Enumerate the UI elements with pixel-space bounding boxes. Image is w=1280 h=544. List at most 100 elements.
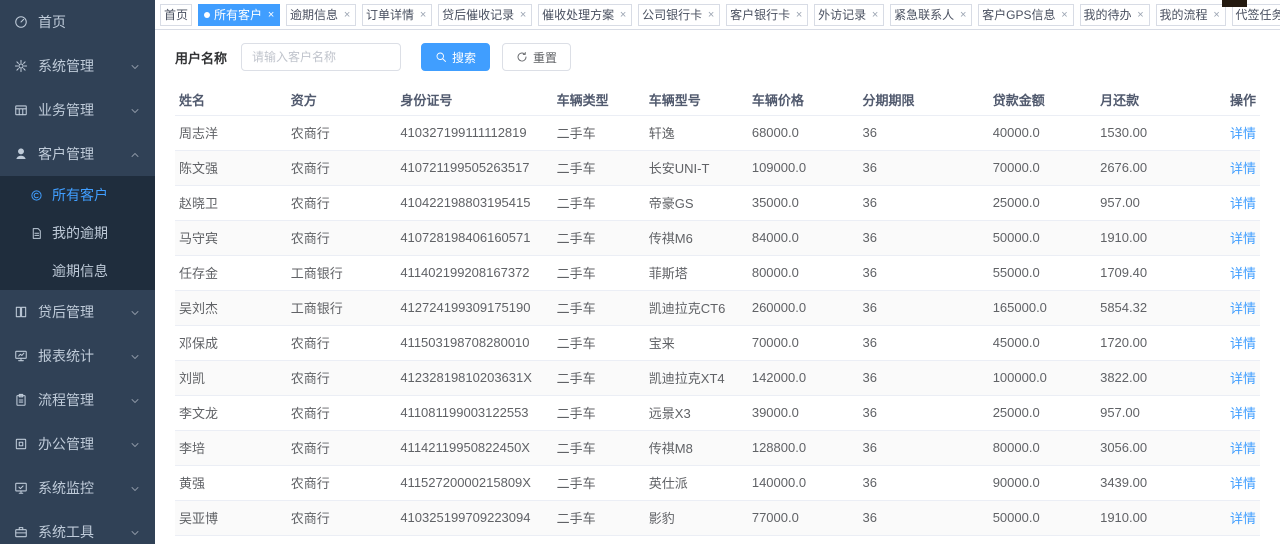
table-cell: 二手车 — [553, 290, 645, 325]
close-icon[interactable]: × — [706, 9, 716, 21]
sidebar-item[interactable]: 首页 — [0, 0, 155, 44]
table-cell: 410327199111112819 — [396, 115, 552, 150]
detail-link[interactable]: 详情 — [1230, 301, 1256, 316]
detail-link[interactable]: 详情 — [1230, 161, 1256, 176]
close-icon[interactable]: × — [1136, 9, 1146, 21]
table-cell — [1096, 535, 1213, 544]
table-row: 黄强农商行41152720000215809X二手车英仕派140000.0369… — [175, 465, 1260, 500]
sidebar-item-label: 贷后管理 — [38, 302, 94, 322]
table-cell: 任存金 — [175, 255, 287, 290]
sidebar-item[interactable]: 系统管理 — [0, 44, 155, 88]
sidebar-item[interactable]: 系统工具 — [0, 510, 155, 544]
sidebar-subitem-label: 逾期信息 — [52, 261, 108, 281]
table-cell-actions: 详情 — [1213, 465, 1260, 500]
table-cell: 农商行 — [287, 325, 397, 360]
reset-button-label: 重置 — [533, 49, 557, 66]
sidebar-item[interactable]: 贷后管理 — [0, 290, 155, 334]
detail-link[interactable]: 详情 — [1230, 266, 1256, 281]
table-cell: 1530.00 — [1096, 115, 1213, 150]
detail-link[interactable]: 详情 — [1230, 371, 1256, 386]
tab[interactable]: 紧急联系人× — [890, 4, 972, 26]
column-header: 车辆型号 — [645, 85, 748, 115]
table-cell: 410721199505263517 — [396, 150, 552, 185]
monitor-icon — [14, 481, 28, 495]
tab[interactable]: 我的待办× — [1080, 4, 1150, 26]
dashboard-icon — [14, 15, 28, 29]
detail-link[interactable]: 详情 — [1230, 231, 1256, 246]
tab-label: 首页 — [164, 6, 188, 23]
chevron-down-icon — [129, 438, 141, 450]
refresh-icon — [516, 51, 528, 63]
sidebar-item[interactable]: 系统监控 — [0, 466, 155, 510]
table-cell: 二手车 — [553, 360, 645, 395]
tab[interactable]: 逾期信息 × — [286, 4, 356, 26]
table-cell: 二手车 — [553, 115, 645, 150]
table-cell: 凯迪拉克XT4 — [645, 360, 748, 395]
chevron-up-icon — [129, 148, 141, 160]
sidebar-item-label: 流程管理 — [38, 390, 94, 410]
tab[interactable]: 贷后催收记录 × — [438, 4, 532, 26]
table-cell: 工商银行 — [287, 255, 397, 290]
close-icon[interactable]: × — [266, 9, 276, 21]
table-cell-actions: 详情 — [1213, 360, 1260, 395]
tab-label: 外访记录 — [818, 6, 866, 23]
table-cell: 李文龙 — [175, 395, 287, 430]
detail-link[interactable]: 详情 — [1230, 476, 1256, 491]
close-icon[interactable]: × — [1060, 9, 1070, 21]
reset-button[interactable]: 重置 — [502, 43, 571, 71]
tab[interactable]: 我的流程× — [1156, 4, 1226, 26]
table-cell: 远景X3 — [645, 395, 748, 430]
table-cell: 55000.0 — [989, 255, 1096, 290]
table-cell: 帝豪GS — [645, 185, 748, 220]
table-cell — [989, 535, 1096, 544]
tab-label: 客户GPS信息 — [982, 6, 1055, 23]
table-cell: 41232819810203631X — [396, 360, 552, 395]
close-icon[interactable]: × — [618, 9, 628, 21]
sidebar-subitem-label: 所有客户 — [52, 185, 108, 205]
close-icon[interactable]: × — [1212, 9, 1222, 21]
table-cell: 25000.0 — [989, 185, 1096, 220]
sidebar-subitem[interactable]: 所有客户 — [0, 176, 155, 214]
sidebar-item[interactable]: 业务管理 — [0, 88, 155, 132]
sidebar-subitem[interactable]: 逾期信息 — [0, 252, 155, 290]
table-cell: 二手车 — [553, 430, 645, 465]
table-cell: 80000.0 — [989, 430, 1096, 465]
detail-link[interactable]: 详情 — [1230, 406, 1256, 421]
column-header: 姓名 — [175, 85, 287, 115]
tab-label: 逾期信息 — [290, 6, 338, 23]
close-icon[interactable]: × — [794, 9, 804, 21]
table-cell: 农商行 — [287, 500, 397, 535]
tab-label: 贷后催收记录 — [442, 6, 514, 23]
customer-name-input[interactable] — [241, 43, 401, 71]
sidebar-subitem[interactable]: 我的逾期 — [0, 214, 155, 252]
sidebar-item[interactable]: 报表统计 — [0, 334, 155, 378]
close-icon[interactable]: × — [418, 9, 428, 21]
search-button[interactable]: 搜索 — [421, 43, 490, 71]
detail-link[interactable]: 详情 — [1230, 441, 1256, 456]
tab[interactable]: 首页 — [160, 4, 192, 26]
close-icon[interactable]: × — [870, 9, 880, 21]
sidebar-item[interactable]: 流程管理 — [0, 378, 155, 422]
detail-link[interactable]: 详情 — [1230, 336, 1256, 351]
book-icon — [14, 305, 28, 319]
sidebar-item[interactable]: 办公管理 — [0, 422, 155, 466]
tab[interactable]: 外访记录 × — [814, 4, 884, 26]
detail-link[interactable]: 详情 — [1230, 511, 1256, 526]
close-icon[interactable]: × — [518, 9, 528, 21]
tab[interactable]: 公司银行卡× — [638, 4, 720, 26]
table-cell: 50000.0 — [989, 220, 1096, 255]
tab[interactable]: 客户银行卡× — [726, 4, 808, 26]
tab[interactable]: 客户GPS信息 × — [978, 4, 1073, 26]
close-icon[interactable]: × — [342, 9, 352, 21]
close-icon[interactable]: × — [958, 9, 968, 21]
detail-link[interactable]: 详情 — [1230, 196, 1256, 211]
tab[interactable]: 催收处理方案× — [538, 4, 632, 26]
chevron-down-icon — [129, 394, 141, 406]
table-cell-actions: 详情 — [1213, 395, 1260, 430]
tab[interactable]: 所有客户× — [198, 4, 280, 26]
table-cell: 36 — [859, 325, 989, 360]
tab[interactable]: 订单详情× — [362, 4, 432, 26]
table-cell: 36 — [859, 500, 989, 535]
sidebar-item[interactable]: 客户管理 — [0, 132, 155, 176]
detail-link[interactable]: 详情 — [1230, 126, 1256, 141]
